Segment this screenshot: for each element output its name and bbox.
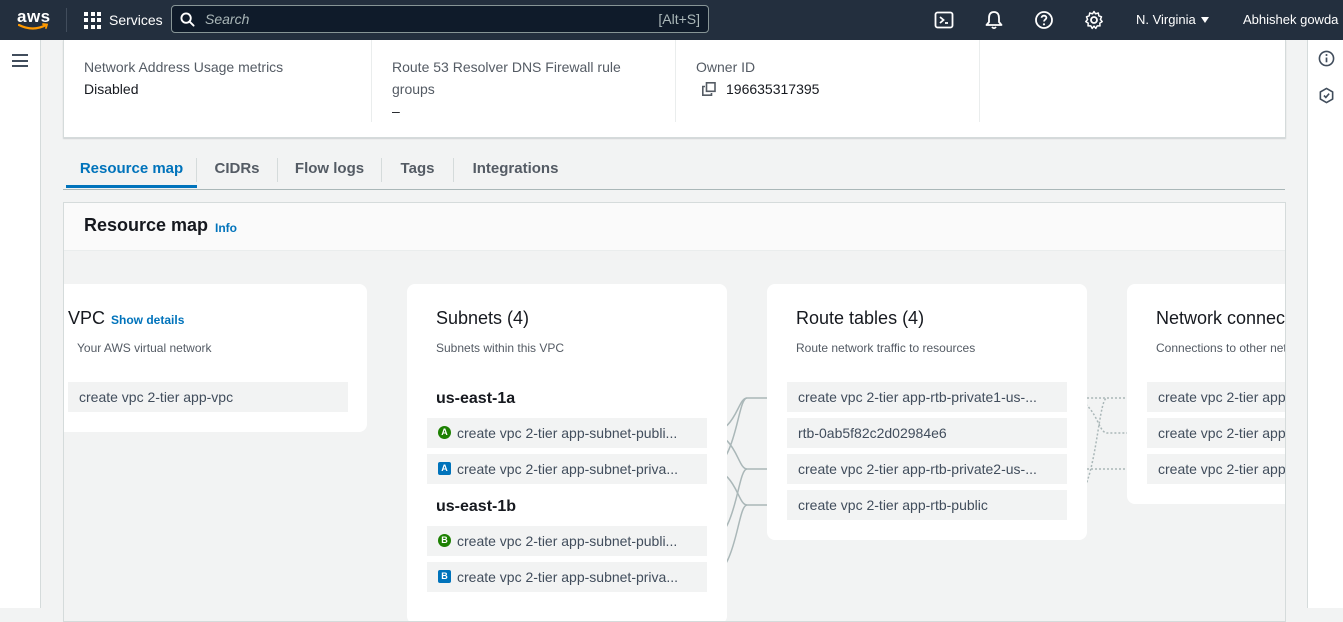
tab-bar: Resource map CIDRs Flow logs Tags Integr… bbox=[63, 150, 1285, 190]
route-table-item[interactable]: rtb-0ab5f82c2d02984e6 bbox=[787, 418, 1067, 448]
search-shortcut: [Alt+S] bbox=[658, 11, 700, 27]
tab-tags[interactable]: Tags bbox=[382, 150, 453, 188]
account-menu[interactable]: Abhishek gowda bbox=[1243, 12, 1343, 27]
nav-divider bbox=[66, 8, 67, 32]
notifications-icon[interactable] bbox=[984, 10, 1004, 30]
detail-label: Network Address Usage metrics bbox=[84, 59, 284, 75]
detail-label: Route 53 Resolver DNS Firewall rule grou… bbox=[392, 59, 621, 97]
subnet-item[interactable]: A create vpc 2-tier app-subnet-priva... bbox=[427, 454, 707, 484]
left-rail bbox=[0, 40, 41, 608]
route-table-item[interactable]: create vpc 2-tier app-rtb-public bbox=[787, 490, 1067, 520]
route-tables-panel-title: Route tables (4) bbox=[796, 308, 925, 328]
subnet-item[interactable]: B create vpc 2-tier app-subnet-publi... bbox=[427, 526, 707, 556]
subnet-label: create vpc 2-tier app-subnet-priva... bbox=[457, 461, 678, 477]
public-subnet-badge: B bbox=[438, 534, 451, 547]
grid-icon bbox=[84, 11, 101, 29]
vpc-panel-title: VPC Show details bbox=[68, 308, 184, 329]
subnet-label: create vpc 2-tier app-subnet-priva... bbox=[457, 569, 678, 585]
menu-icon[interactable] bbox=[12, 54, 28, 67]
private-subnet-badge: A bbox=[438, 462, 451, 475]
resource-map-header: Resource map Info bbox=[64, 203, 1285, 251]
route-tables-panel: Route tables (4) Route network traffic t… bbox=[767, 284, 1087, 540]
tab-cidrs[interactable]: CIDRs bbox=[197, 150, 277, 188]
tab-resource-map[interactable]: Resource map bbox=[66, 150, 197, 188]
network-connection-item[interactable]: create vpc 2-tier app-vpce-s3 bbox=[1147, 382, 1285, 412]
subnet-label: create vpc 2-tier app-subnet-publi... bbox=[457, 425, 678, 441]
region-label: N. Virginia bbox=[1136, 12, 1196, 27]
services-label: Services bbox=[109, 12, 163, 28]
network-connection-item[interactable]: create vpc 2-tier app-vpce-s3 bbox=[1147, 418, 1285, 448]
help-icon[interactable] bbox=[1034, 10, 1054, 30]
top-navigation: aws Services Search [Alt+S] N. Virginia … bbox=[0, 0, 1343, 40]
network-connection-item[interactable]: create vpc 2-tier app-igw bbox=[1147, 454, 1285, 484]
right-rail bbox=[1307, 40, 1343, 608]
search-icon bbox=[180, 11, 195, 27]
search-placeholder: Search bbox=[205, 11, 250, 27]
detail-value: 196635317395 bbox=[726, 81, 820, 97]
resource-map-title: Resource map bbox=[84, 215, 209, 235]
user-name: Abhishek gowda bbox=[1243, 12, 1339, 27]
subnet-item[interactable]: A create vpc 2-tier app-subnet-publi... bbox=[427, 418, 707, 448]
detail-value: – bbox=[392, 103, 400, 119]
vpc-panel: VPC Show details Your AWS virtual network… bbox=[64, 284, 367, 432]
subnets-panel: Subnets (4) Subnets within this VPC us-e… bbox=[407, 284, 727, 621]
cloudshell-icon[interactable] bbox=[934, 10, 954, 30]
subnets-panel-title: Subnets (4) bbox=[436, 308, 530, 328]
show-details-link[interactable]: Show details bbox=[111, 313, 184, 327]
info-link[interactable]: Info bbox=[215, 221, 237, 235]
subnet-label: create vpc 2-tier app-subnet-publi... bbox=[457, 533, 678, 549]
settings-gear-icon[interactable] bbox=[1084, 10, 1104, 30]
tutorial-panel-icon[interactable] bbox=[1318, 87, 1335, 104]
public-subnet-badge: A bbox=[438, 426, 451, 439]
subnets-panel-subtitle: Subnets within this VPC bbox=[436, 341, 565, 355]
detail-network-address-usage: Network Address Usage metrics Disabled bbox=[64, 40, 372, 122]
region-selector[interactable]: N. Virginia bbox=[1136, 12, 1209, 27]
search-input[interactable]: Search [Alt+S] bbox=[171, 5, 709, 33]
chevron-down-icon bbox=[1200, 16, 1209, 23]
vpc-item[interactable]: create vpc 2-tier app-vpc bbox=[68, 382, 348, 412]
detail-label: Owner ID bbox=[696, 59, 756, 75]
copy-icon[interactable] bbox=[702, 82, 716, 96]
network-connections-panel-title: Network connections bbox=[1156, 308, 1286, 328]
services-button[interactable]: Services bbox=[84, 8, 163, 32]
availability-zone-label: us-east-1b bbox=[436, 498, 517, 515]
info-panel-icon[interactable] bbox=[1318, 50, 1335, 67]
route-table-item[interactable]: create vpc 2-tier app-rtb-private2-us-..… bbox=[787, 454, 1067, 484]
availability-zone-label: us-east-1a bbox=[436, 390, 516, 407]
subnet-item[interactable]: B create vpc 2-tier app-subnet-priva... bbox=[427, 562, 707, 592]
vpc-details-card: Network Address Usage metrics Disabled R… bbox=[63, 40, 1286, 138]
detail-dns-firewall: Route 53 Resolver DNS Firewall rule grou… bbox=[372, 40, 676, 122]
vpc-title-text: VPC bbox=[68, 308, 106, 328]
vpc-panel-subtitle: Your AWS virtual network bbox=[77, 341, 212, 355]
resource-map-container: Resource map Info VPC Show details Your A… bbox=[63, 202, 1286, 622]
active-tab-indicator bbox=[66, 185, 197, 188]
aws-logo[interactable]: aws bbox=[17, 6, 51, 32]
network-connections-panel-subtitle: Connections to other networks bbox=[1156, 341, 1285, 355]
private-subnet-badge: B bbox=[438, 570, 451, 583]
route-tables-panel-subtitle: Route network traffic to resources bbox=[796, 341, 976, 355]
route-table-item[interactable]: create vpc 2-tier app-rtb-private1-us-..… bbox=[787, 382, 1067, 412]
detail-owner-id: Owner ID 196635317395 bbox=[676, 40, 980, 122]
tab-flow-logs[interactable]: Flow logs bbox=[278, 150, 381, 188]
aws-smile-icon bbox=[18, 23, 49, 30]
network-connections-panel: Network connections Connections to other… bbox=[1127, 284, 1286, 504]
tab-integrations[interactable]: Integrations bbox=[454, 150, 577, 188]
detail-value: Disabled bbox=[84, 81, 139, 97]
